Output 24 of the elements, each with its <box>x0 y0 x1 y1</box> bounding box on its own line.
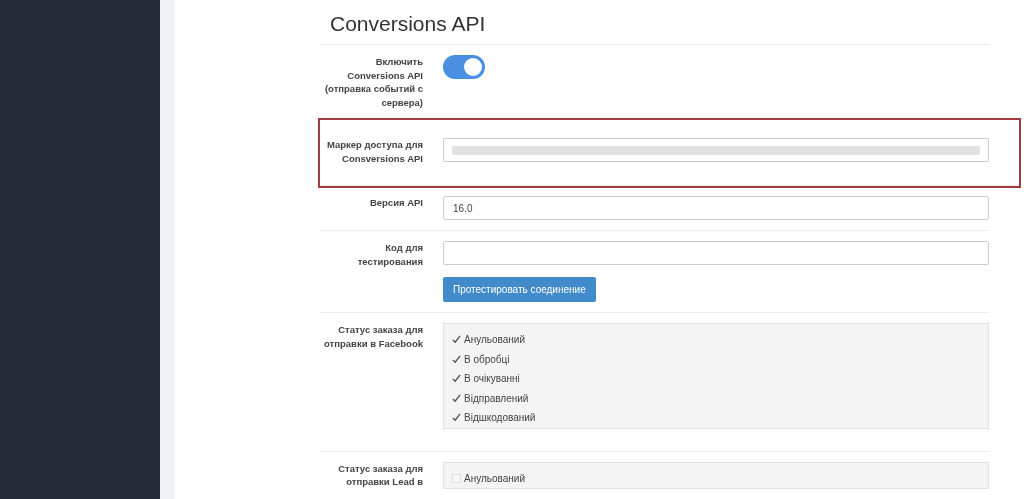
page-title: Conversions API <box>320 10 989 45</box>
field-label: Включить Conversions API (отправка событий с сервера) <box>323 55 423 109</box>
toggle-switch[interactable] <box>443 55 485 79</box>
field-label: Версия API <box>368 196 423 210</box>
checkbox-label: В очікуванні <box>464 373 520 385</box>
input-field[interactable]: 16.0 <box>443 196 989 220</box>
checkmark-icon[interactable] <box>452 374 461 384</box>
input-field[interactable] <box>443 138 989 162</box>
checkbox[interactable] <box>452 473 461 483</box>
checkbox-label: Відправлений <box>464 392 529 404</box>
input-field[interactable] <box>443 241 989 265</box>
checkmark-icon[interactable] <box>452 354 461 364</box>
test-connection-button[interactable]: Протестировать соединение <box>443 277 596 302</box>
checkmark-icon[interactable] <box>452 393 461 403</box>
checkbox-label: Анульований <box>464 472 526 484</box>
checkmark-icon[interactable] <box>452 413 461 423</box>
field-label: Маркер доступа для Consversions API <box>325 138 423 165</box>
checkbox-label: Анульований <box>464 334 526 346</box>
checkmark-icon[interactable] <box>452 335 461 345</box>
checkbox-label: Відшкодований <box>464 412 536 424</box>
field-label: Статус заказа для отправки в Facebook <box>323 323 423 351</box>
field-label: Статус заказа для отправки Lead в <box>337 461 423 489</box>
checkbox-label: В обробці <box>464 353 510 365</box>
field-label: Код для тестирования <box>356 241 423 269</box>
